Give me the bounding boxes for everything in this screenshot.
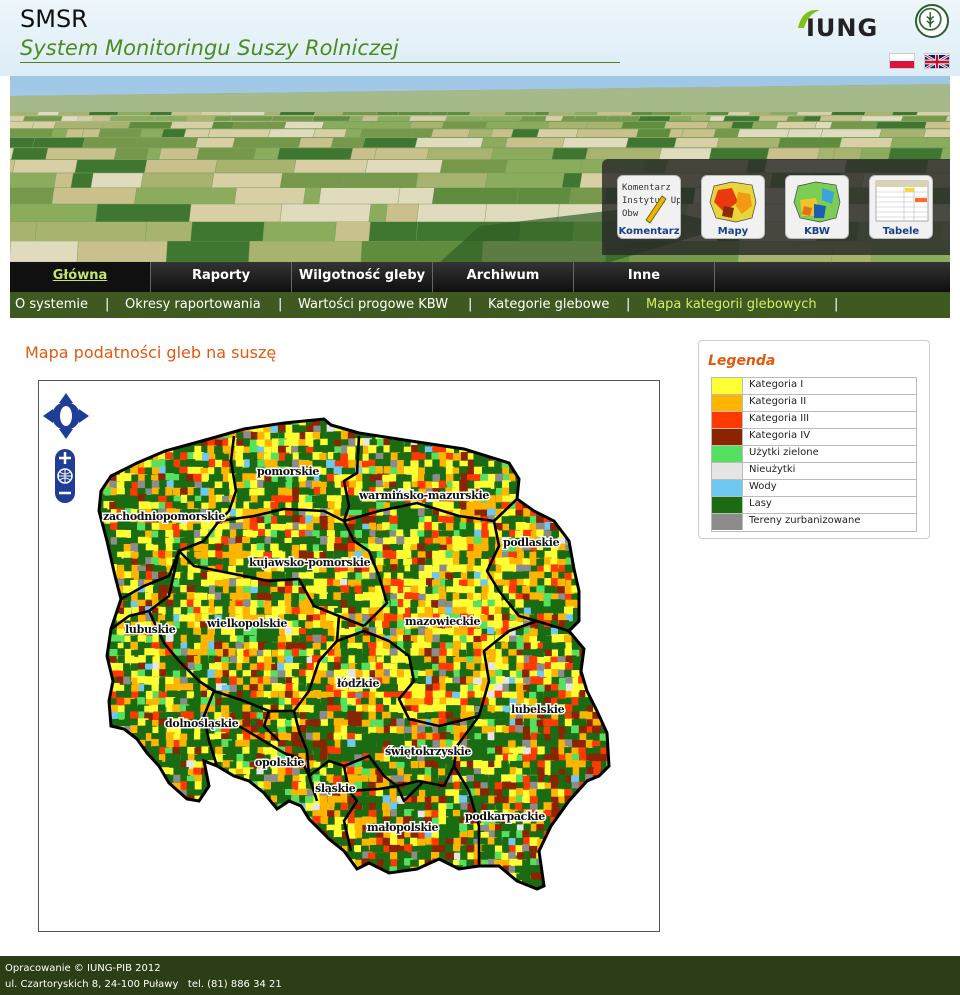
- map-thumb-icon: [709, 181, 757, 223]
- quick-link-kbw[interactable]: KBW: [785, 175, 849, 239]
- region-label: wielkopolskie: [206, 617, 287, 630]
- nav-item-archiwum[interactable]: Archiwum: [433, 262, 574, 292]
- quick-link-label: KBW: [804, 226, 830, 237]
- legend-swatch: [712, 480, 743, 496]
- legend-row: Lasy: [712, 497, 916, 514]
- subnav-item-okresy-raportowania[interactable]: Okresy raportowania: [125, 292, 261, 318]
- svg-text:Obw: Obw: [622, 209, 639, 219]
- subnav-item-wartosci-progowe-kbw[interactable]: Wartości progowe KBW: [298, 292, 448, 318]
- legend-table: Kategoria I Kategoria II Kategoria III K…: [711, 377, 917, 532]
- footer-address: ul. Czartoryskich 8, 24-100 Puławy tel. …: [5, 979, 282, 990]
- region-label: warmińsko-mazurskie: [358, 489, 489, 502]
- svg-text:Komentarz: Komentarz: [622, 183, 671, 193]
- subnav-item-kategorie-glebowe[interactable]: Kategorie glebowe: [488, 292, 609, 318]
- page-title: Mapa podatności gleb na suszę: [25, 343, 277, 362]
- legend-swatch: [712, 497, 743, 513]
- legend-row: Kategoria II: [712, 395, 916, 412]
- app-long-title: System Monitoringu Suszy Rolniczej: [20, 36, 399, 60]
- kbw-map-thumb-icon: [793, 181, 841, 223]
- subnav-separator: |: [834, 297, 839, 312]
- nav-item-glowna[interactable]: Główna: [10, 262, 151, 292]
- legend-swatch: [712, 429, 743, 445]
- quick-link-tabele[interactable]: Tabele: [869, 175, 933, 239]
- site-footer: Opracowanie © IUNG-PIB 2012 ul. Czartory…: [0, 956, 960, 995]
- pl-flag-icon[interactable]: [889, 53, 915, 69]
- legend-row: Wody: [712, 480, 916, 497]
- quick-link-label: Mapy: [717, 226, 749, 237]
- table-thumb-icon: [875, 180, 929, 222]
- pan-icon[interactable]: [43, 393, 89, 439]
- legend-label: Nieużytki: [749, 464, 796, 475]
- region-label: opolskie: [255, 756, 304, 769]
- nav-item-inne[interactable]: Inne: [574, 262, 715, 292]
- region-label: łódzkie: [337, 677, 380, 690]
- legend-row: Kategoria I: [712, 378, 916, 395]
- legend-label: Wody: [749, 481, 777, 492]
- globe-icon[interactable]: [57, 468, 73, 484]
- legend-label: Kategoria IV: [749, 430, 811, 441]
- region-label: lubuskie: [125, 623, 176, 636]
- iung-logo[interactable]: IUNG: [794, 4, 904, 40]
- legend-label: Kategoria I: [749, 379, 804, 390]
- logo-text: IUNG: [806, 14, 878, 40]
- quick-links-panel: Komentarz Instytut Up Obw Komentarz Mapy: [602, 159, 950, 255]
- region-label: podlaskie: [503, 536, 560, 549]
- institute-seal-icon: [915, 4, 949, 38]
- region-label: kujawsko-pomorskie: [249, 556, 371, 569]
- subnav-separator: |: [468, 297, 473, 312]
- legend-swatch: [712, 463, 743, 479]
- legend-row: Kategoria IV: [712, 429, 916, 446]
- quick-link-label: Komentarz: [618, 226, 680, 237]
- subnav-separator: |: [278, 297, 283, 312]
- footer-copyright: Opracowanie © IUNG-PIB 2012: [5, 963, 161, 974]
- region-label: mazowieckie: [405, 615, 480, 628]
- page: SMSR System Monitoringu Suszy Rolniczej …: [0, 0, 960, 995]
- subnav-item-mapa-kategorii-glebowych[interactable]: Mapa kategorii glebowych: [646, 292, 817, 318]
- title-divider: [20, 62, 620, 63]
- region-label: pomorskie: [257, 465, 319, 478]
- legend-label: Lasy: [749, 498, 772, 509]
- legend-label: Użytki zielone: [749, 447, 819, 458]
- legend-swatch: [712, 412, 743, 428]
- region-label: małopolskie: [367, 821, 439, 834]
- legend-row: Nieużytki: [712, 463, 916, 480]
- subnav-item-o-systemie[interactable]: O systemie: [15, 292, 88, 318]
- svg-text:Instytut Up: Instytut Up: [622, 196, 681, 206]
- uk-flag-icon[interactable]: [924, 53, 950, 69]
- region-label: zachodniopomorskie: [103, 510, 225, 523]
- legend-label: Kategoria III: [749, 413, 810, 424]
- legend-label: Kategoria II: [749, 396, 807, 407]
- legend-label: Tereny zurbanizowane: [749, 515, 861, 526]
- soil-map-viewer[interactable]: pomorskie warmińsko-mazurskie zachodniop…: [38, 380, 660, 932]
- legend-title: Legenda: [708, 353, 776, 369]
- nav-item-raporty[interactable]: Raporty: [151, 262, 292, 292]
- subnav-separator: |: [105, 297, 110, 312]
- region-label: podkarpackie: [465, 810, 545, 823]
- region-label: lubelskie: [511, 703, 565, 716]
- nav-item-wilgotnosc-gleby[interactable]: Wilgotność gleby: [292, 262, 433, 292]
- legend-row: Użytki zielone: [712, 446, 916, 463]
- region-label: świętokrzyskie: [385, 745, 471, 758]
- map-controls: [43, 393, 89, 503]
- legend-row: Kategoria III: [712, 412, 916, 429]
- sub-nav: O systemie | Okresy raportowania | Warto…: [10, 292, 950, 318]
- quick-link-label: Tabele: [882, 226, 920, 237]
- region-label: dolnośląskie: [165, 717, 239, 730]
- quick-link-mapy[interactable]: Mapy: [701, 175, 765, 239]
- site-header: SMSR System Monitoringu Suszy Rolniczej …: [0, 0, 960, 76]
- quick-link-komentarz[interactable]: Komentarz Instytut Up Obw Komentarz: [617, 175, 681, 239]
- subnav-separator: |: [626, 297, 631, 312]
- legend-swatch: [712, 514, 743, 530]
- region-label: śląskie: [315, 782, 356, 795]
- legend-panel: Legenda Kategoria I Kategoria II Kategor…: [698, 340, 930, 539]
- legend-row: Tereny zurbanizowane: [712, 514, 916, 531]
- legend-swatch: [712, 378, 743, 394]
- legend-swatch: [712, 446, 743, 462]
- main-nav: Główna Raporty Wilgotność gleby Archiwum…: [10, 262, 950, 292]
- app-short-title[interactable]: SMSR: [20, 5, 88, 33]
- legend-swatch: [712, 395, 743, 411]
